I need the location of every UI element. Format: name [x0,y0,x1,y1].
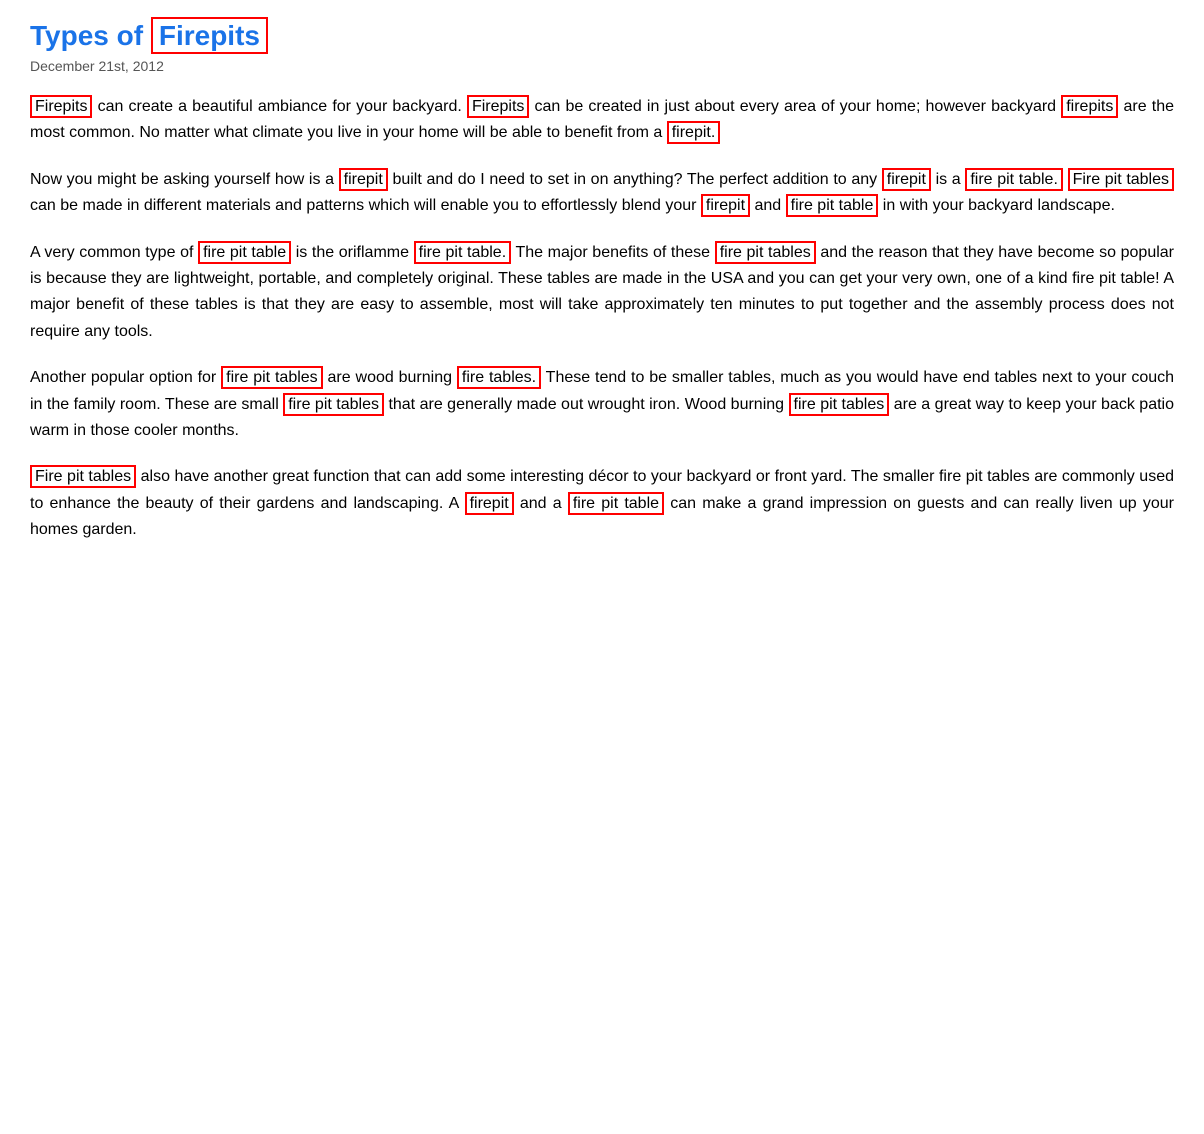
highlighted-term: fire pit table. [414,241,512,264]
article-body: Firepits can create a beautiful ambiance… [30,94,1174,543]
highlighted-term: firepit [882,168,931,191]
highlighted-term: firepits [1061,95,1118,118]
highlighted-term: fire pit tables [221,366,323,389]
highlighted-term: Fire pit tables [1068,168,1174,191]
highlighted-term: fire pit tables [789,393,890,416]
paragraph-2: Now you might be asking yourself how is … [30,167,1174,220]
paragraph-3: A very common type of fire pit table is … [30,240,1174,346]
highlighted-term: firepit. [667,121,721,144]
highlighted-term: firepit [465,492,514,515]
highlighted-term: fire pit tables [283,393,384,416]
highlighted-term: firepit [701,194,750,217]
highlighted-term: fire pit table [786,194,879,217]
highlighted-term: fire pit table [568,492,664,515]
highlighted-term: fire pit table [198,241,291,264]
paragraph-1: Firepits can create a beautiful ambiance… [30,94,1174,147]
highlighted-term: fire pit table. [965,168,1063,191]
highlighted-term: firepit [339,168,388,191]
highlighted-term: fire pit tables [715,241,816,264]
highlighted-term: Fire pit tables [30,465,136,488]
title-highlighted: Firepits [151,17,268,54]
highlighted-term: fire tables. [457,366,541,389]
page-title: Types of Firepits [30,20,1174,52]
paragraph-4: Another popular option for fire pit tabl… [30,365,1174,444]
title-prefix: Types of [30,20,151,51]
highlighted-term: Firepits [467,95,529,118]
highlighted-term: Firepits [30,95,92,118]
article-date: December 21st, 2012 [30,58,1174,74]
paragraph-5: Fire pit tables also have another great … [30,464,1174,543]
